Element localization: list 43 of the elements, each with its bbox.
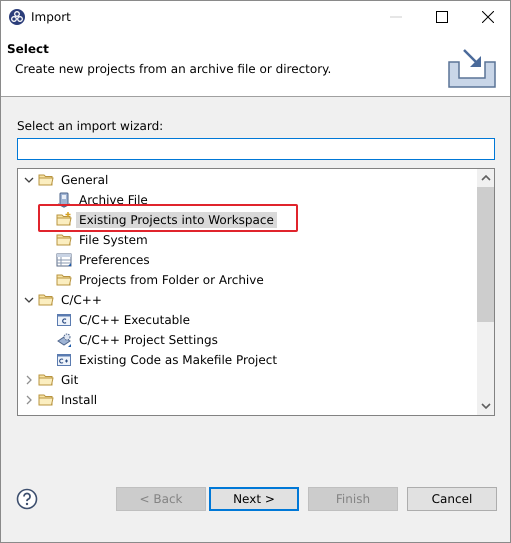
c-file-icon [56, 312, 72, 328]
import-icon [448, 48, 496, 88]
tree-item[interactable]: Projects from Folder or Archive [76, 272, 267, 288]
collapse-icon[interactable] [24, 175, 34, 185]
folder-icon [56, 272, 72, 288]
archive-icon [56, 192, 72, 208]
tree-item[interactable]: Archive File [76, 192, 151, 208]
cpp-file-icon [56, 352, 72, 368]
help-icon[interactable] [16, 488, 38, 510]
folder-icon [38, 392, 54, 408]
folder-icon [38, 372, 54, 388]
collapse-icon[interactable] [24, 295, 34, 305]
tree-item[interactable]: C/C++ Project Settings [76, 332, 221, 348]
folder-icon [38, 292, 54, 308]
scroll-down-icon[interactable] [480, 403, 490, 409]
tree-item[interactable]: File System [76, 232, 151, 248]
wizard-label: Select an import wizard: [17, 119, 164, 133]
table-icon [56, 252, 72, 268]
expand-icon[interactable] [24, 395, 34, 405]
tree-item[interactable]: Install [58, 392, 100, 408]
scroll-thumb[interactable] [477, 187, 494, 322]
tree-item[interactable]: Preferences [76, 252, 153, 268]
scrollbar[interactable] [477, 169, 494, 415]
expand-icon[interactable] [24, 375, 34, 385]
tree-item[interactable]: C/C++ Executable [76, 312, 194, 328]
scroll-up-icon[interactable] [480, 175, 490, 181]
app-icon [9, 8, 25, 24]
tree-item[interactable]: C/C++ [58, 292, 105, 308]
folder-icon [38, 172, 54, 188]
folder-icon [56, 212, 72, 228]
close-icon[interactable] [482, 10, 494, 22]
tree-item[interactable]: Existing Code as Makefile Project [76, 352, 280, 368]
filter-field[interactable] [17, 138, 495, 160]
tree-item[interactable]: Git [58, 372, 82, 388]
maximize-icon[interactable] [436, 10, 448, 22]
wizard-button[interactable]: Next > [209, 487, 299, 511]
wizard-button[interactable]: Cancel [407, 487, 497, 511]
page-description: Create new projects from an archive file or directory. [15, 62, 332, 76]
page-title: Select [7, 42, 50, 56]
tree-item[interactable]: General [58, 172, 112, 188]
folder-icon [56, 232, 72, 248]
window-title: Import [31, 10, 71, 24]
tree-item[interactable]: Existing Projects into Workspace [76, 212, 277, 228]
